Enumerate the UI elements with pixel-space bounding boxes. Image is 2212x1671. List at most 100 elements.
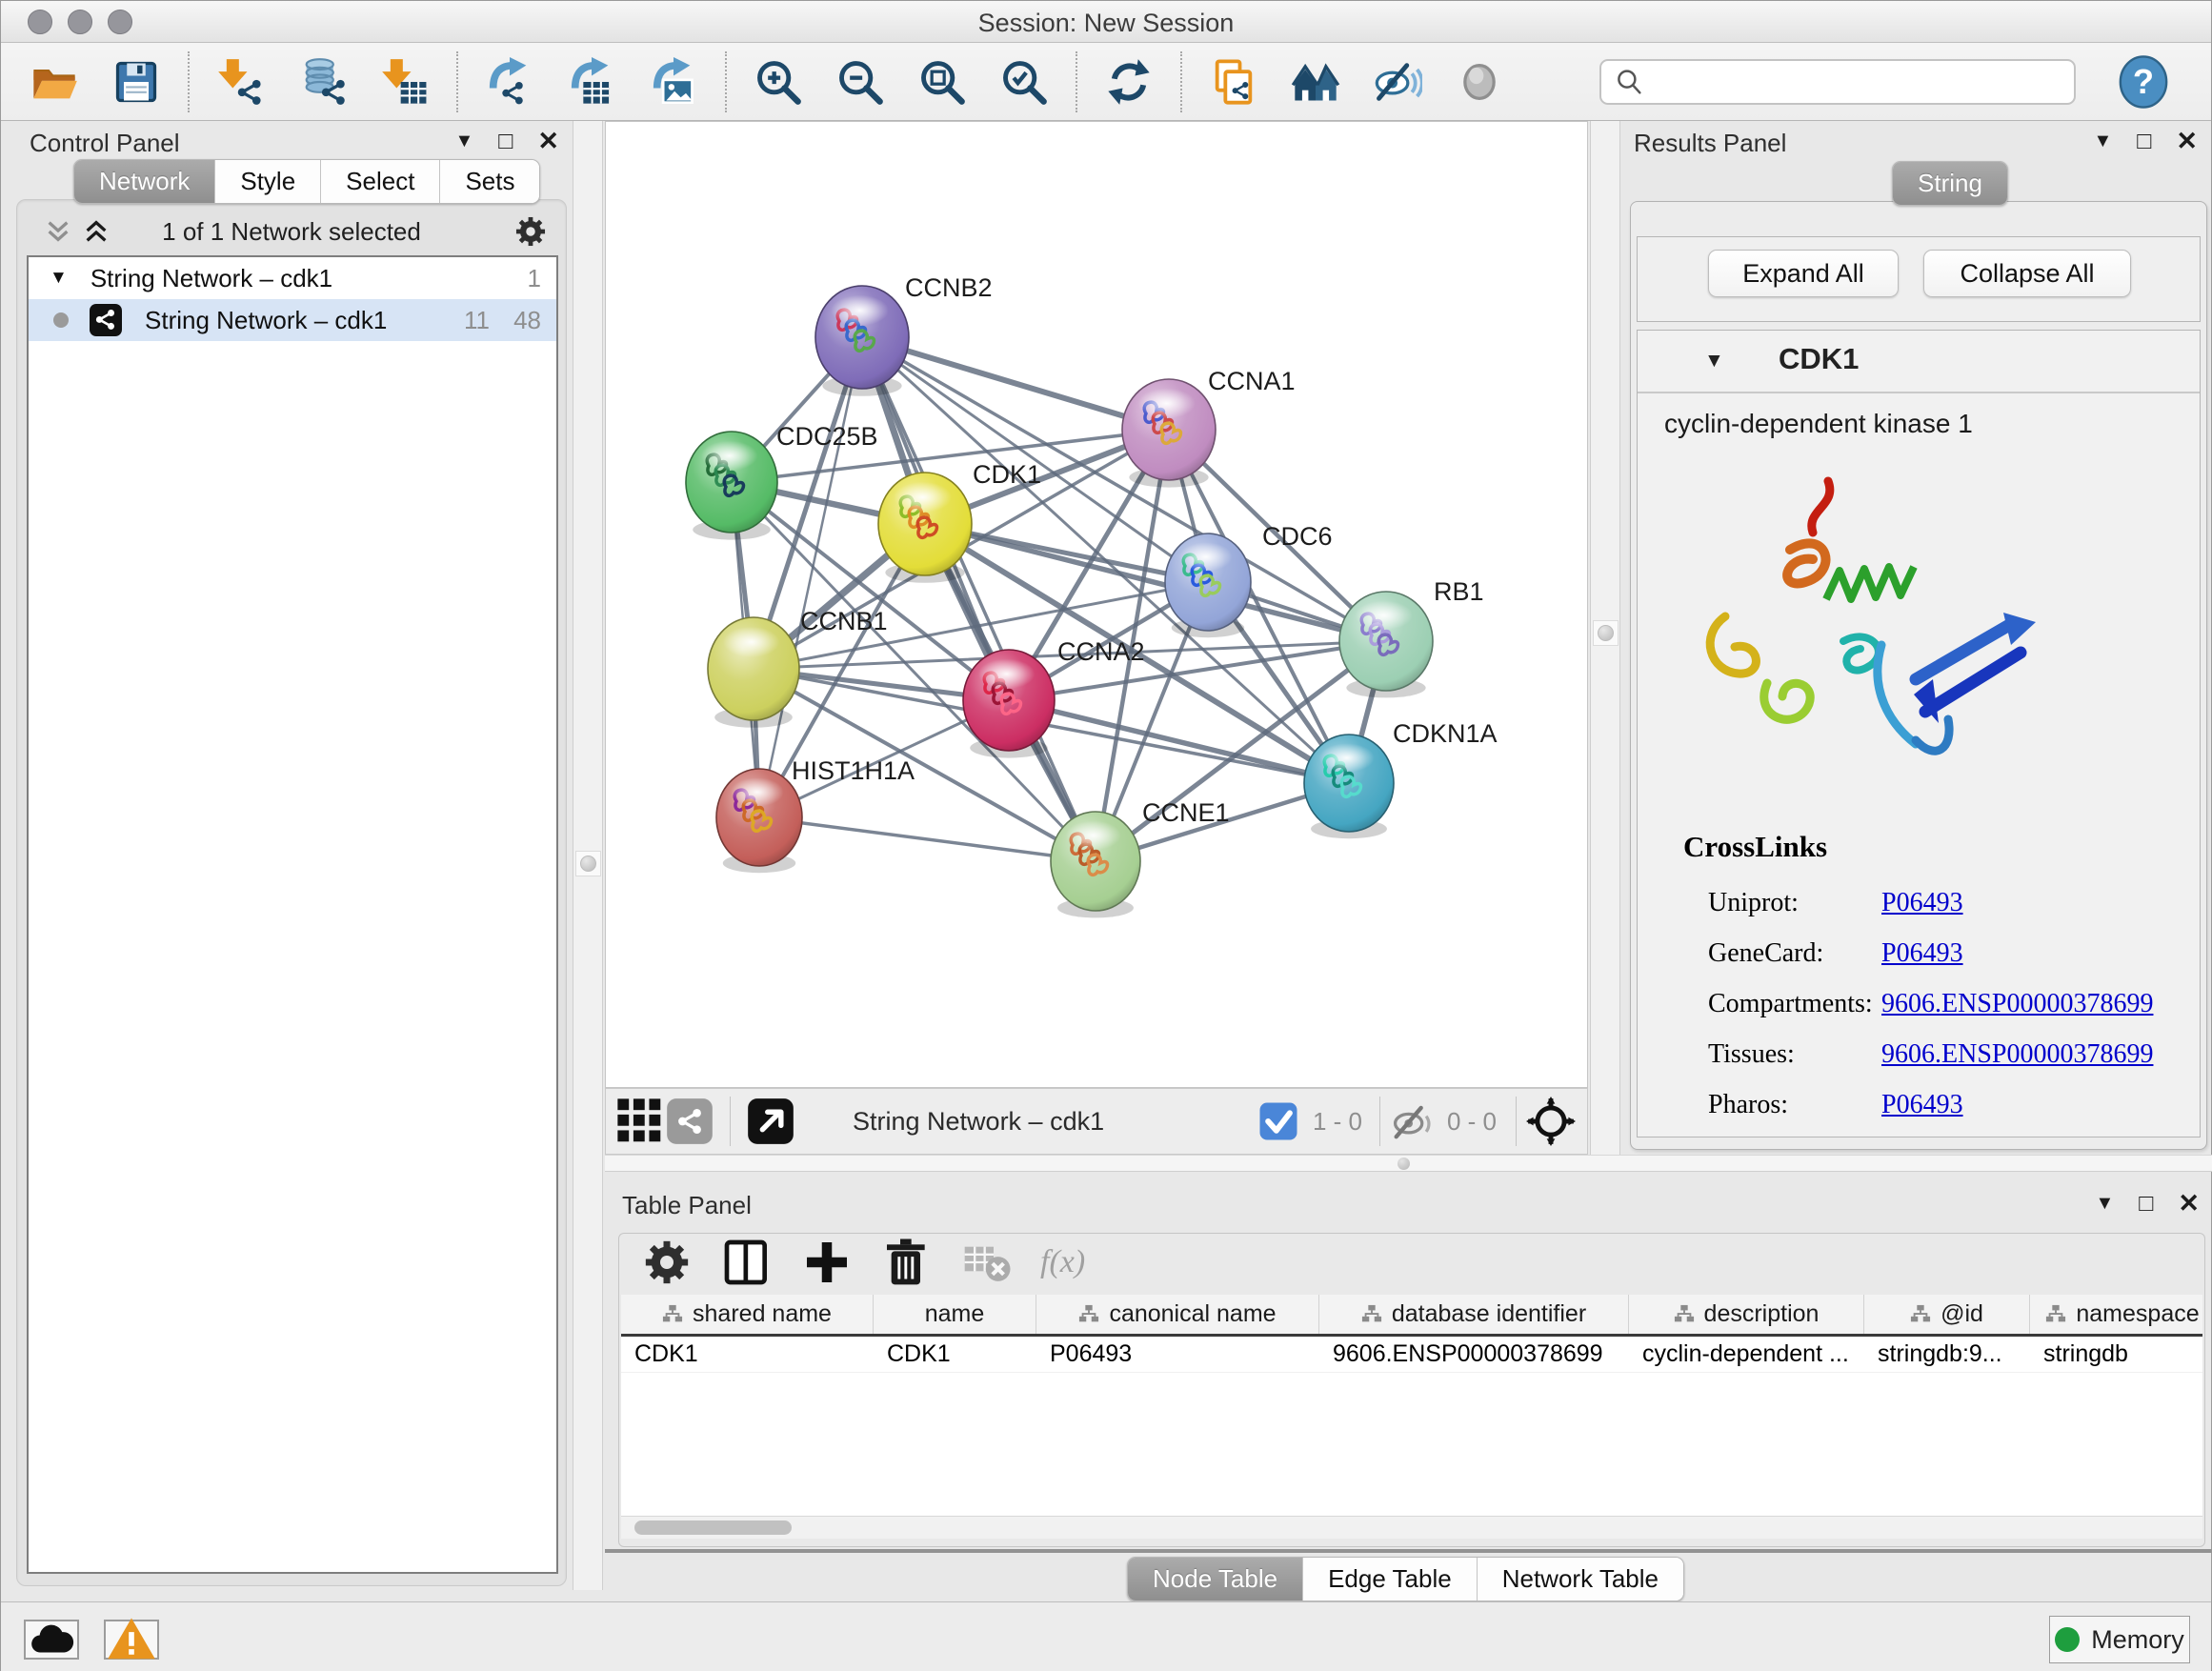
network-node-CCNB1[interactable]: CCNB1 <box>708 607 888 728</box>
column-header-shared-name[interactable]: shared name <box>621 1295 874 1334</box>
zoom-out-icon[interactable] <box>834 55 887 109</box>
node-table[interactable]: shared namenamecanonical namedatabase id… <box>621 1295 2202 1516</box>
panel-float-icon[interactable]: □ <box>498 128 513 155</box>
crosslink-label: Pharos: <box>1708 1079 1881 1130</box>
horizontal-splitter-handle[interactable] <box>1398 1158 1410 1170</box>
column-header-canonical-name[interactable]: canonical name <box>1036 1295 1319 1334</box>
network-tree-root-row[interactable]: ▼ String Network – cdk1 1 <box>29 257 556 299</box>
zoom-in-icon[interactable] <box>752 55 805 109</box>
show-icon[interactable] <box>1453 55 1506 109</box>
selected-nodes-checkbox-icon[interactable] <box>1254 1097 1303 1146</box>
snapshot-icon[interactable] <box>1207 55 1260 109</box>
table-row[interactable]: CDK1CDK1P064939606.ENSP00000378699cyclin… <box>621 1337 2202 1373</box>
column-header-namespace[interactable]: namespace <box>2030 1295 2202 1334</box>
zoom-selected-icon[interactable] <box>997 55 1051 109</box>
table-cell[interactable]: stringdb <box>2030 1337 2202 1372</box>
right-splitter-handle[interactable] <box>1593 620 1619 646</box>
network-view-canvas[interactable]: CCNB2 CCNA1 CDC25B CDK1 CDC6 <box>605 121 1588 1088</box>
panel-close-icon[interactable]: ✕ <box>2176 127 2198 156</box>
entry-expand-icon[interactable]: ▼ <box>1704 350 1724 372</box>
tab-edge-table[interactable]: Edge Table <box>1303 1558 1478 1601</box>
crosslink-link[interactable]: P06493 <box>1881 888 1963 917</box>
tab-select[interactable]: Select <box>321 160 440 203</box>
tab-string[interactable]: String <box>1893 162 2007 205</box>
export-image-icon[interactable] <box>647 55 700 109</box>
panel-collapse-icon[interactable]: ▼ <box>454 131 473 152</box>
refresh-icon[interactable] <box>1102 55 1156 109</box>
network-node-CDKN1A[interactable]: CDKN1A <box>1304 719 1498 838</box>
column-header-description[interactable]: description <box>1629 1295 1864 1334</box>
panel-float-icon[interactable]: □ <box>2137 128 2151 155</box>
tab-node-table[interactable]: Node Table <box>1128 1558 1303 1601</box>
network-node-CCNB2[interactable]: CCNB2 <box>815 273 993 396</box>
add-column-icon[interactable] <box>800 1236 854 1289</box>
crosshair-icon[interactable] <box>1526 1097 1576 1146</box>
panel-close-icon[interactable]: ✕ <box>537 127 559 156</box>
crosslink-link[interactable]: 9606.ENSP00000378699 <box>1881 1039 2153 1069</box>
gear-icon[interactable] <box>513 213 549 250</box>
panel-collapse-icon[interactable]: ▼ <box>2093 131 2112 152</box>
tree-expand-icon[interactable]: ▼ <box>50 268 68 289</box>
tab-style[interactable]: Style <box>215 160 321 203</box>
column-header-at-id[interactable]: @id <box>1864 1295 2030 1334</box>
columns-icon[interactable] <box>720 1236 774 1289</box>
network-tree-row-selected[interactable]: String Network – cdk1 11 48 <box>29 299 556 341</box>
import-network-icon[interactable] <box>214 55 268 109</box>
warnings-button[interactable] <box>104 1620 159 1660</box>
table-cell[interactable]: CDK1 <box>874 1337 1036 1372</box>
horizontal-splitter[interactable] <box>605 1155 2212 1172</box>
open-file-icon[interactable] <box>28 55 81 109</box>
node-result-header[interactable]: ▼ CDK1 <box>1638 331 2200 393</box>
hide-icon[interactable] <box>1371 55 1424 109</box>
help-icon[interactable]: ? <box>2116 54 2171 110</box>
import-table-icon[interactable] <box>378 55 432 109</box>
hidden-eye-slash-icon[interactable] <box>1388 1097 1438 1146</box>
tab-network-table[interactable]: Network Table <box>1478 1558 1683 1601</box>
network-node-CDK1[interactable]: CDK1 <box>878 460 1041 583</box>
crosslinks-list: Uniprot: P06493GeneCard: P06493Compartme… <box>1683 877 2153 1130</box>
panel-collapse-icon[interactable]: ▼ <box>2095 1193 2114 1215</box>
search-input[interactable] <box>1599 59 2076 105</box>
table-cell[interactable]: cyclin-dependent ... <box>1629 1337 1864 1372</box>
delete-column-icon[interactable] <box>880 1236 934 1289</box>
share-gray-icon[interactable] <box>665 1097 714 1146</box>
panel-float-icon[interactable]: □ <box>2139 1190 2153 1218</box>
cloud-button[interactable] <box>24 1620 79 1660</box>
tab-sets[interactable]: Sets <box>440 160 539 203</box>
table-cell[interactable]: P06493 <box>1036 1337 1319 1372</box>
memory-button[interactable]: Memory <box>2049 1616 2190 1663</box>
crosslink-link[interactable]: P06493 <box>1881 1090 1963 1119</box>
left-splitter[interactable] <box>573 121 603 1590</box>
network-node-HIST1H1A[interactable]: HIST1H1A <box>716 756 915 873</box>
table-cell[interactable]: CDK1 <box>621 1337 874 1372</box>
column-header-name[interactable]: name <box>874 1295 1036 1334</box>
network-view-toolbar: String Network – cdk1 1 - 0 0 - 0 <box>605 1088 1588 1155</box>
crosslink-link[interactable]: 9606.ENSP00000378699 <box>1881 989 2153 1018</box>
crosslink-link[interactable]: P06493 <box>1881 938 1963 968</box>
grid-icon[interactable] <box>615 1097 665 1146</box>
export-network-icon[interactable] <box>483 55 536 109</box>
table-header-row[interactable]: shared namenamecanonical namedatabase id… <box>621 1295 2202 1337</box>
table-gear-icon[interactable] <box>640 1236 694 1289</box>
left-splitter-handle[interactable] <box>575 851 601 876</box>
network-node-CCNE1[interactable]: CCNE1 <box>1051 798 1230 917</box>
neighbors-icon[interactable] <box>1289 55 1342 109</box>
table-cell[interactable]: 9606.ENSP00000378699 <box>1319 1337 1629 1372</box>
table-horizontal-scrollbar[interactable] <box>621 1516 2202 1539</box>
save-icon[interactable] <box>110 55 163 109</box>
expand-all-button[interactable]: Expand All <box>1708 250 1899 297</box>
zoom-fit-icon[interactable] <box>915 55 969 109</box>
table-cell[interactable]: stringdb:9... <box>1864 1337 2030 1372</box>
tab-network[interactable]: Network <box>74 160 215 203</box>
import-database-icon[interactable] <box>296 55 350 109</box>
crosslink-row: Compartments: 9606.ENSP00000378699 <box>1683 978 2153 1029</box>
search-field[interactable] <box>1645 69 2045 95</box>
column-header-database-identifier[interactable]: database identifier <box>1319 1295 1629 1334</box>
open-in-new-icon[interactable] <box>746 1097 795 1146</box>
collapse-all-button[interactable]: Collapse All <box>1923 250 2131 297</box>
network-node-RB1[interactable]: RB1 <box>1339 577 1484 697</box>
right-splitter[interactable] <box>1590 121 1620 1156</box>
scrollbar-thumb[interactable] <box>634 1520 792 1535</box>
panel-close-icon[interactable]: ✕ <box>2178 1189 2200 1218</box>
export-table-icon[interactable] <box>565 55 618 109</box>
